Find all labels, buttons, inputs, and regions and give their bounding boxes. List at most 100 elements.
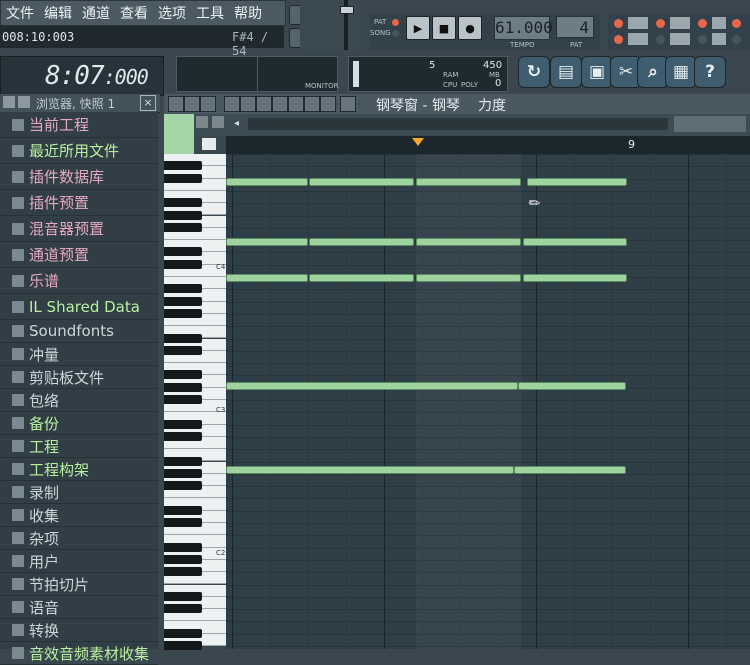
browser-item[interactable]: 工程 [0,435,158,458]
punch-led[interactable] [732,35,741,44]
select-icon[interactable] [288,96,304,112]
black-key[interactable] [164,259,202,269]
browser-item[interactable]: 插件数据库 [0,164,158,190]
document-icon[interactable]: ▦ [665,56,697,88]
browser-item[interactable]: 混音器预置 [0,216,158,242]
browser-item[interactable]: IL Shared Data [0,294,158,320]
pencil-icon[interactable] [224,96,240,112]
black-key[interactable] [164,419,202,429]
midi-note[interactable] [416,238,521,246]
save-icon[interactable]: ▣ [581,56,613,88]
overdub-led[interactable] [698,35,707,44]
midi-note[interactable] [226,238,308,246]
black-key[interactable] [164,173,202,183]
browser-item[interactable]: 包络 [0,389,158,412]
step-edit-led[interactable] [614,35,623,44]
loop-record-led[interactable] [732,19,741,28]
event-param[interactable]: 力度 [478,95,506,115]
pianoroll-title[interactable]: 钢琴窗 - 钢琴 [376,95,460,115]
browser-item[interactable]: 工程构架 [0,458,158,481]
oscilloscope-monitor[interactable]: MONITOR [176,56,339,92]
browser-item[interactable]: 插件预置 [0,190,158,216]
browser-item[interactable]: 音效音频素材收集 [0,642,158,665]
browser-item[interactable]: 用户 [0,550,158,573]
mute-icon[interactable] [272,96,288,112]
browser-item[interactable]: 收集 [0,504,158,527]
black-key[interactable] [164,210,202,220]
play-button[interactable]: ▶ [406,16,430,40]
undo-icon[interactable]: ↻ [518,56,550,88]
midi-note[interactable] [309,238,414,246]
wait-led[interactable] [656,35,665,44]
black-key[interactable] [164,456,202,466]
black-key[interactable] [164,628,202,638]
zoom-scrollbar[interactable] [674,116,746,132]
menu-help[interactable]: 帮助 [232,3,264,23]
speaker-icon[interactable] [340,96,356,112]
midi-note[interactable] [226,178,308,186]
note-grid[interactable] [226,154,750,649]
black-key[interactable] [164,518,202,528]
browser-item[interactable]: 语音 [0,596,158,619]
black-key[interactable] [164,567,202,577]
midi-note[interactable] [518,382,626,390]
black-key[interactable] [164,161,202,171]
midi-note[interactable] [226,382,518,390]
browser-item[interactable]: 最近所用文件 [0,138,158,164]
record-button[interactable]: ● [458,16,482,40]
stop-button[interactable]: ■ [432,16,456,40]
scroll-left-icon[interactable]: ◂ [234,118,244,130]
snap-icon[interactable] [184,96,200,112]
browser-item[interactable]: 剪贴板文件 [0,366,158,389]
midi-note[interactable] [523,238,627,246]
wait-icon[interactable] [670,33,690,45]
midi-note[interactable] [416,178,521,186]
blend-icon[interactable] [712,17,726,29]
midi-note[interactable] [514,466,626,474]
volume-slider-handle[interactable] [340,6,354,14]
black-key[interactable] [164,296,202,306]
black-key[interactable] [164,395,202,405]
playhead-marker[interactable] [412,138,424,146]
browser-options-icon[interactable] [3,96,15,108]
brush-icon[interactable] [240,96,256,112]
menu-options[interactable]: 选项 [156,3,188,23]
countdown-led[interactable] [656,19,665,28]
menu-edit[interactable]: 编辑 [42,3,74,23]
black-key[interactable] [164,308,202,318]
browser-item[interactable]: 当前工程 [0,112,158,138]
horizontal-scrollbar[interactable] [248,118,668,130]
playback-icon[interactable] [320,96,336,112]
browser-item[interactable]: 通道预置 [0,242,158,268]
browser-item[interactable]: 录制 [0,481,158,504]
browser-item[interactable]: Soundfonts [0,320,158,343]
delete-icon[interactable] [256,96,272,112]
midi-note[interactable] [527,178,627,186]
browser-item[interactable]: 转换 [0,619,158,642]
midi-note[interactable] [309,178,414,186]
black-key[interactable] [164,604,202,614]
black-key[interactable] [164,198,202,208]
black-key[interactable] [164,247,202,257]
menu-channels[interactable]: 通道 [80,3,112,23]
blend-led[interactable] [698,19,707,28]
browser-close-icon[interactable]: × [140,95,156,111]
metronome-led[interactable] [614,19,623,28]
black-key[interactable] [164,370,202,380]
black-key[interactable] [164,345,202,355]
menu-view[interactable]: 查看 [118,3,150,23]
black-key[interactable] [164,505,202,515]
typing-keyboard-icon[interactable] [628,17,648,29]
menu-file[interactable]: 文件 [4,3,36,23]
black-key[interactable] [164,333,202,343]
song-clock[interactable]: 8:07:000 [0,56,164,96]
black-key[interactable] [164,481,202,491]
browser-collapse-icon[interactable] [18,96,30,108]
midi-note[interactable] [416,274,521,282]
black-key[interactable] [164,382,202,392]
black-key[interactable] [164,284,202,294]
midi-note[interactable] [309,274,414,282]
magnet-icon[interactable] [200,96,216,112]
midi-note[interactable] [226,466,514,474]
menu-tools[interactable]: 工具 [194,3,226,23]
